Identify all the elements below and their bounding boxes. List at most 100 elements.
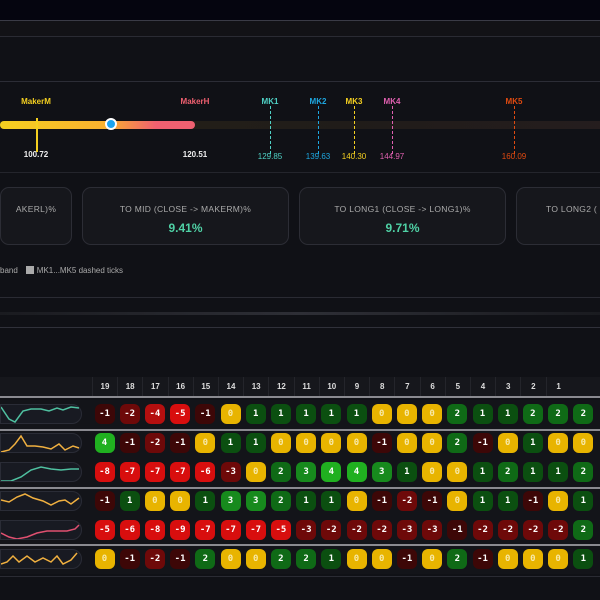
score-cell[interactable]: 0: [170, 491, 191, 511]
score-cell[interactable]: 0: [573, 433, 594, 453]
score-cell[interactable]: 0: [245, 549, 266, 569]
score-cell[interactable]: 1: [472, 404, 493, 424]
score-cell[interactable]: -1: [94, 404, 115, 424]
score-cell[interactable]: -6: [195, 462, 216, 482]
score-cell[interactable]: 2: [270, 549, 291, 569]
score-cell[interactable]: 1: [573, 491, 594, 511]
score-cell[interactable]: 2: [447, 404, 468, 424]
score-cell[interactable]: 0: [497, 433, 518, 453]
score-cell[interactable]: 1: [119, 491, 140, 511]
score-cell[interactable]: -7: [119, 462, 140, 482]
score-cell[interactable]: 1: [245, 433, 266, 453]
score-cell[interactable]: -2: [346, 520, 367, 540]
score-cell[interactable]: -1: [371, 433, 392, 453]
score-cell[interactable]: -7: [245, 520, 266, 540]
score-cell[interactable]: 1: [522, 462, 543, 482]
score-cell[interactable]: -1: [371, 491, 392, 511]
score-cell[interactable]: 3: [296, 462, 317, 482]
score-cell[interactable]: 2: [497, 462, 518, 482]
column-header[interactable]: 2: [520, 377, 545, 396]
score-cell[interactable]: 2: [548, 404, 569, 424]
score-cell[interactable]: -2: [119, 404, 140, 424]
score-cell[interactable]: 0: [422, 462, 443, 482]
score-cell[interactable]: 0: [422, 433, 443, 453]
score-cell[interactable]: -1: [472, 433, 493, 453]
score-cell[interactable]: -1: [447, 520, 468, 540]
score-cell[interactable]: -7: [170, 462, 191, 482]
score-cell[interactable]: -2: [472, 520, 493, 540]
score-cell[interactable]: 1: [245, 404, 266, 424]
score-cell[interactable]: 0: [447, 491, 468, 511]
score-cell[interactable]: -3: [422, 520, 443, 540]
score-cell[interactable]: -2: [371, 520, 392, 540]
column-header[interactable]: 9: [344, 377, 369, 396]
column-header[interactable]: 18: [117, 377, 142, 396]
score-cell[interactable]: 2: [573, 520, 594, 540]
score-cell[interactable]: 3: [371, 462, 392, 482]
score-cell[interactable]: 2: [195, 549, 216, 569]
score-cell[interactable]: 3: [220, 491, 241, 511]
score-cell[interactable]: -2: [548, 520, 569, 540]
score-cell[interactable]: 0: [447, 462, 468, 482]
score-cell[interactable]: -2: [144, 549, 165, 569]
score-cell[interactable]: 0: [296, 433, 317, 453]
score-cell[interactable]: -2: [321, 520, 342, 540]
score-cell[interactable]: 0: [371, 404, 392, 424]
score-cell[interactable]: 0: [548, 549, 569, 569]
score-cell[interactable]: -2: [522, 520, 543, 540]
score-cell[interactable]: 0: [497, 549, 518, 569]
score-cell[interactable]: 4: [321, 462, 342, 482]
score-cell[interactable]: 1: [296, 491, 317, 511]
table-row[interactable]: -5 -6 -8 -9 -7 -7 -7 -5 -3 -2 -2 -2 -3 -3 -1 -2 -2 -2 -2 2: [0, 516, 600, 545]
score-cell[interactable]: -3: [220, 462, 241, 482]
column-header[interactable]: 10: [318, 377, 344, 396]
score-cell[interactable]: -1: [195, 404, 216, 424]
score-cell[interactable]: 1: [321, 404, 342, 424]
table-row[interactable]: -1 -2 -4 -5 -1 0 1 1 1 1 1 0 0 0 2 1 1 2 2 2: [0, 400, 600, 429]
close-price-dot[interactable]: [105, 118, 117, 130]
score-cell[interactable]: -1: [94, 491, 115, 511]
score-cell[interactable]: -2: [497, 520, 518, 540]
score-cell[interactable]: 1: [321, 549, 342, 569]
score-cell[interactable]: 0: [522, 549, 543, 569]
score-cell[interactable]: 1: [220, 433, 241, 453]
score-cell[interactable]: 0: [548, 491, 569, 511]
column-header[interactable]: 4: [470, 377, 495, 396]
column-header[interactable]: 5: [444, 377, 470, 396]
column-header[interactable]: 3: [495, 377, 520, 396]
table-row[interactable]: -1 1 0 0 1 3 3 2 1 1 0 -1 -2 -1 0 1 1 -1 0 1: [0, 487, 600, 516]
score-cell[interactable]: 1: [497, 491, 518, 511]
score-cell[interactable]: 1: [522, 433, 543, 453]
score-cell[interactable]: 1: [573, 549, 594, 569]
column-header[interactable]: 19: [92, 377, 117, 396]
score-cell[interactable]: 0: [245, 462, 266, 482]
score-cell[interactable]: -7: [144, 462, 165, 482]
score-cell[interactable]: 0: [346, 549, 367, 569]
score-cell[interactable]: 1: [472, 462, 493, 482]
column-header[interactable]: 1: [545, 377, 571, 396]
score-cell[interactable]: 0: [346, 491, 367, 511]
score-cell[interactable]: 4: [94, 433, 115, 453]
table-row[interactable]: 0 -1 -2 -1 2 0 0 2 2 1 0 0 -1 0 2 -1 0 0 0 1: [0, 545, 600, 574]
score-cell[interactable]: -2: [144, 433, 165, 453]
score-cell[interactable]: -1: [472, 549, 493, 569]
score-cell[interactable]: 2: [270, 462, 291, 482]
score-cell[interactable]: -4: [144, 404, 165, 424]
column-header[interactable]: 12: [268, 377, 293, 396]
column-header[interactable]: 7: [394, 377, 419, 396]
score-cell[interactable]: 3: [245, 491, 266, 511]
score-cell[interactable]: -3: [396, 520, 417, 540]
score-cell[interactable]: -1: [396, 549, 417, 569]
score-cell[interactable]: 2: [270, 491, 291, 511]
score-cell[interactable]: 1: [346, 404, 367, 424]
score-cell[interactable]: 2: [573, 404, 594, 424]
score-cell[interactable]: -8: [94, 462, 115, 482]
column-header[interactable]: 17: [142, 377, 167, 396]
score-cell[interactable]: -7: [220, 520, 241, 540]
score-cell[interactable]: -5: [270, 520, 291, 540]
column-header[interactable]: 11: [293, 377, 319, 396]
column-header[interactable]: 14: [218, 377, 243, 396]
score-cell[interactable]: 2: [447, 549, 468, 569]
score-cell[interactable]: 0: [94, 549, 115, 569]
score-cell[interactable]: -2: [396, 491, 417, 511]
